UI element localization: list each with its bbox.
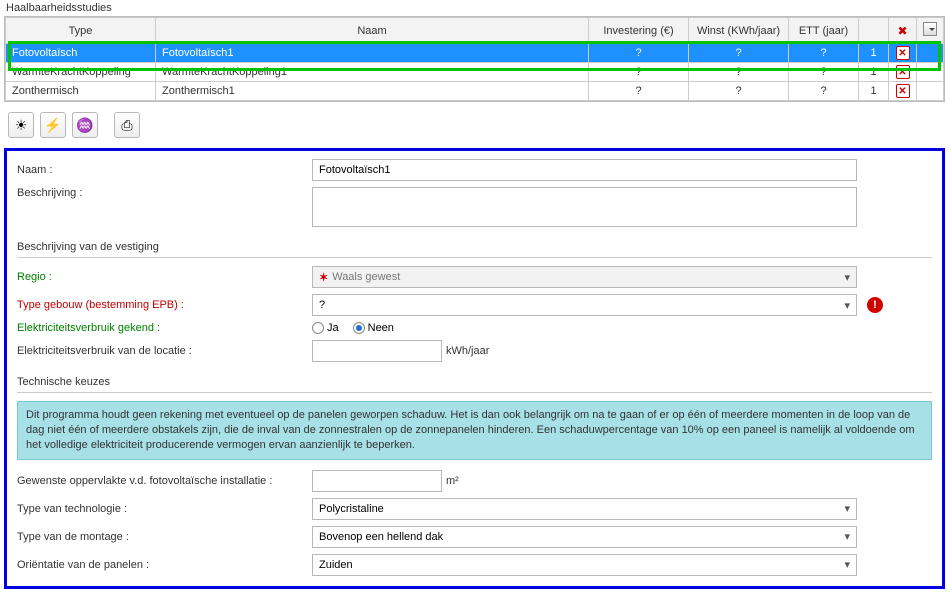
name-label: Naam : <box>17 164 312 176</box>
radio-no[interactable]: Neen <box>353 322 394 334</box>
area-label: Gewenste oppervlakte v.d. fotovoltaïsche… <box>17 475 312 487</box>
name-input[interactable] <box>312 159 857 181</box>
building-type-select[interactable]: ? <box>312 294 857 316</box>
cell-ett: ? <box>789 82 859 101</box>
elec-location-label: Elektriciteitsverbruik van de locatie : <box>17 345 312 357</box>
cell-count: 1 <box>859 44 889 63</box>
cell-name: Fotovoltaïsch1 <box>156 44 589 63</box>
solar-icon: ☀ <box>15 117 28 134</box>
cell-count: 1 <box>859 82 889 101</box>
col-name[interactable]: Naam <box>156 18 589 44</box>
cell-profit: ? <box>689 63 789 82</box>
shadow-info-box: Dit programma houdt geen rekening met ev… <box>17 401 932 460</box>
mount-label: Type van de montage : <box>17 531 312 543</box>
cell-delete[interactable]: ✕ <box>889 82 917 101</box>
radio-yes[interactable]: Ja <box>312 322 339 334</box>
delete-icon[interactable]: ✕ <box>896 65 910 79</box>
building-type-value: ? <box>319 299 325 311</box>
col-profit[interactable]: Winst (KWh/jaar) <box>689 18 789 44</box>
radio-yes-label: Ja <box>327 322 339 334</box>
techtype-select[interactable]: Polycristaline <box>312 498 857 520</box>
col-delete: ✖ <box>889 18 917 44</box>
add-chp-button[interactable]: ⚡ <box>40 112 66 138</box>
orientation-select[interactable]: Zuiden <box>312 554 857 576</box>
area-input[interactable] <box>312 470 442 492</box>
studies-grid[interactable]: Type Naam Investering (€) Winst (KWh/jaa… <box>5 17 944 101</box>
col-ett[interactable]: ETT (jaar) <box>789 18 859 44</box>
delete-header-icon: ✖ <box>897 24 907 38</box>
col-count <box>859 18 889 44</box>
radio-no-circle[interactable] <box>353 322 365 334</box>
cell-type: WarmteKrachtKoppeling <box>6 63 156 82</box>
col-invest[interactable]: Investering (€) <box>589 18 689 44</box>
building-type-label: Type gebouw (bestemming EPB) : <box>17 299 312 311</box>
cell-ett: ? <box>789 44 859 63</box>
region-icon: ✶ <box>319 271 328 284</box>
col-picker[interactable] <box>917 18 944 44</box>
radio-no-label: Neen <box>368 322 394 334</box>
cell-profit: ? <box>689 44 789 63</box>
elec-known-radiogroup: Ja Neen <box>312 322 394 334</box>
region-select: ✶ Waals gewest <box>312 266 857 288</box>
table-row[interactable]: Fotovoltaïsch Fotovoltaïsch1 ? ? ? 1 ✕ <box>6 44 944 63</box>
cell-delete[interactable]: ✕ <box>889 44 917 63</box>
region-value: Waals gewest <box>332 271 400 283</box>
cell-extra <box>917 82 944 101</box>
table-row[interactable]: Zonthermisch Zonthermisch1 ? ? ? 1 ✕ <box>6 82 944 101</box>
mount-value: Bovenop een hellend dak <box>319 531 443 543</box>
orientation-value: Zuiden <box>319 559 353 571</box>
cell-name: Zonthermisch1 <box>156 82 589 101</box>
delete-icon[interactable]: ✕ <box>896 84 910 98</box>
cell-extra <box>917 44 944 63</box>
cell-invest: ? <box>589 44 689 63</box>
elec-known-label: Elektriciteitsverbruik gekend : <box>17 322 312 334</box>
panel-title: Haalbaarheidsstudies <box>0 0 949 16</box>
print-button[interactable]: ⎙ <box>114 112 140 138</box>
cell-invest: ? <box>589 63 689 82</box>
col-type[interactable]: Type <box>6 18 156 44</box>
add-photovoltaic-button[interactable]: ☀ <box>8 112 34 138</box>
site-section-header: Beschrijving van de vestiging <box>17 233 932 258</box>
add-solarthermal-button[interactable]: ♒ <box>72 112 98 138</box>
area-unit: m² <box>446 475 459 487</box>
studies-grid-wrapper: Type Naam Investering (€) Winst (KWh/jaa… <box>4 16 945 102</box>
toolbar: ☀ ⚡ ♒ ⎙ <box>0 108 949 148</box>
cell-count: 1 <box>859 63 889 82</box>
thermal-icon: ♒ <box>76 117 93 134</box>
tech-section-header: Technische keuzes <box>17 368 932 393</box>
detail-panel: Naam : Beschrijving : Beschrijving van d… <box>4 148 945 589</box>
warning-icon: ! <box>867 297 883 313</box>
cell-extra <box>917 63 944 82</box>
cell-invest: ? <box>589 82 689 101</box>
elec-location-input[interactable] <box>312 340 442 362</box>
cell-profit: ? <box>689 82 789 101</box>
column-picker-icon[interactable] <box>923 22 937 36</box>
techtype-value: Polycristaline <box>319 503 384 515</box>
cell-delete[interactable]: ✕ <box>889 63 917 82</box>
elec-location-unit: kWh/jaar <box>446 345 489 357</box>
orientation-label: Oriëntatie van de panelen : <box>17 559 312 571</box>
cell-type: Fotovoltaïsch <box>6 44 156 63</box>
print-icon: ⎙ <box>121 117 132 134</box>
chp-icon: ⚡ <box>44 117 61 134</box>
description-label: Beschrijving : <box>17 187 312 199</box>
grid-header-row: Type Naam Investering (€) Winst (KWh/jaa… <box>6 18 944 44</box>
description-input[interactable] <box>312 187 857 227</box>
cell-type: Zonthermisch <box>6 82 156 101</box>
cell-ett: ? <box>789 63 859 82</box>
techtype-label: Type van technologie : <box>17 503 312 515</box>
region-label: Regio : <box>17 271 312 283</box>
table-row[interactable]: WarmteKrachtKoppeling WarmteKrachtKoppel… <box>6 63 944 82</box>
delete-icon[interactable]: ✕ <box>896 46 910 60</box>
mount-select[interactable]: Bovenop een hellend dak <box>312 526 857 548</box>
radio-yes-circle[interactable] <box>312 322 324 334</box>
cell-name: WarmteKrachtKoppeling1 <box>156 63 589 82</box>
